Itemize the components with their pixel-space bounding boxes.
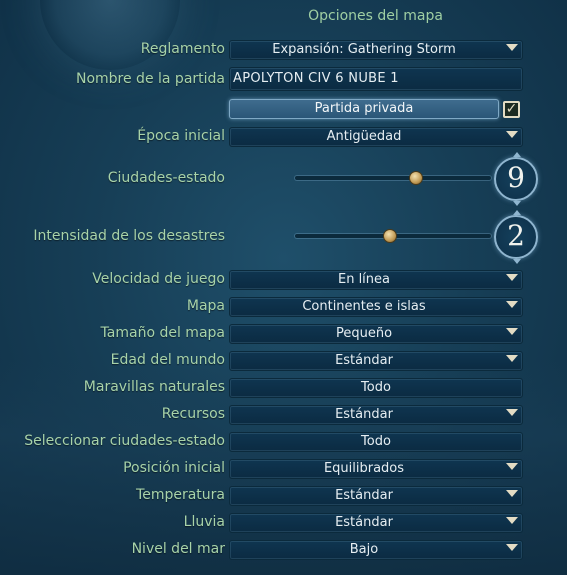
map-value: Continentes e islas: [302, 299, 426, 314]
resources-label: Recursos: [161, 406, 225, 422]
game-speed-dropdown[interactable]: En línea: [229, 270, 523, 290]
game-name-value: APOLYTON CIV 6 NUBE 1: [233, 71, 399, 86]
resources-dropdown[interactable]: Estándar: [229, 405, 523, 425]
rainfall-label: Lluvia: [183, 514, 225, 530]
sea-level-label: Nivel del mar: [131, 541, 225, 557]
chevron-down-icon: [506, 463, 518, 470]
world-age-label: Edad del mundo: [110, 352, 225, 368]
select-city-states-value: Todo: [361, 434, 391, 449]
city-states-label: Ciudades-estado: [107, 170, 225, 186]
chevron-down-icon: [506, 274, 518, 281]
emblem-decoration: [40, 0, 180, 70]
chevron-down-icon: [506, 44, 518, 51]
page-title: Opciones del mapa: [308, 8, 443, 24]
private-game-button[interactable]: Partida privada: [229, 99, 499, 119]
world-age-dropdown[interactable]: Estándar: [229, 351, 523, 371]
natural-wonders-label: Maravillas naturales: [83, 379, 225, 395]
disaster-intensity-label: Intensidad de los desastres: [33, 228, 225, 244]
temperature-label: Temperatura: [136, 487, 225, 503]
map-dropdown[interactable]: Continentes e islas: [229, 297, 523, 317]
start-era-dropdown[interactable]: Antigüedad: [229, 127, 523, 147]
temperature-dropdown[interactable]: Estándar: [229, 486, 523, 506]
rules-label: Reglamento: [140, 41, 225, 57]
city-states-slider-thumb[interactable]: [408, 171, 423, 185]
chevron-down-icon: [506, 131, 518, 138]
map-size-value: Pequeño: [335, 326, 393, 341]
start-position-label: Posición inicial: [123, 460, 225, 476]
start-position-dropdown[interactable]: Equilibrados: [229, 459, 523, 479]
rainfall-value: Estándar: [335, 515, 393, 530]
disaster-intensity-slider[interactable]: [295, 229, 491, 243]
chevron-down-icon: [506, 409, 518, 416]
chevron-down-icon: [506, 301, 518, 308]
chevron-down-icon: [506, 355, 518, 362]
rules-dropdown[interactable]: Expansión: Gathering Storm: [229, 40, 523, 60]
world-age-value: Estándar: [335, 353, 393, 368]
temperature-value: Estándar: [335, 488, 393, 503]
sea-level-value: Bajo: [349, 542, 379, 557]
chevron-down-icon: [506, 490, 518, 497]
disaster-intensity-value-badge: 2: [494, 210, 538, 264]
chevron-down-icon: [506, 544, 518, 551]
game-speed-label: Velocidad de juego: [92, 271, 225, 287]
start-era-label: Época inicial: [137, 128, 225, 144]
game-name-input[interactable]: APOLYTON CIV 6 NUBE 1: [229, 67, 523, 91]
start-era-value: Antigüedad: [326, 129, 402, 144]
rules-value: Expansión: Gathering Storm: [272, 42, 456, 57]
chevron-down-icon: [506, 517, 518, 524]
disaster-intensity-slider-thumb[interactable]: [383, 229, 398, 243]
resources-value: Estándar: [335, 407, 393, 422]
natural-wonders-value: Todo: [361, 380, 391, 395]
select-city-states-box[interactable]: Todo: [229, 432, 523, 452]
sea-level-dropdown[interactable]: Bajo: [229, 540, 523, 560]
map-size-dropdown[interactable]: Pequeño: [229, 324, 523, 344]
city-states-value-badge: 9: [494, 152, 538, 206]
chevron-down-icon: [506, 328, 518, 335]
rainfall-dropdown[interactable]: Estándar: [229, 513, 523, 533]
city-states-slider[interactable]: [295, 171, 491, 185]
map-label: Mapa: [186, 298, 225, 314]
game-name-label: Nombre de la partida: [75, 71, 225, 87]
private-game-checkbox[interactable]: ✓: [503, 101, 520, 118]
select-city-states-label: Seleccionar ciudades-estado: [24, 433, 225, 449]
start-position-value: Equilibrados: [323, 461, 405, 476]
natural-wonders-box[interactable]: Todo: [229, 378, 523, 398]
game-speed-value: En línea: [337, 272, 390, 287]
map-size-label: Tamaño del mapa: [100, 325, 225, 341]
